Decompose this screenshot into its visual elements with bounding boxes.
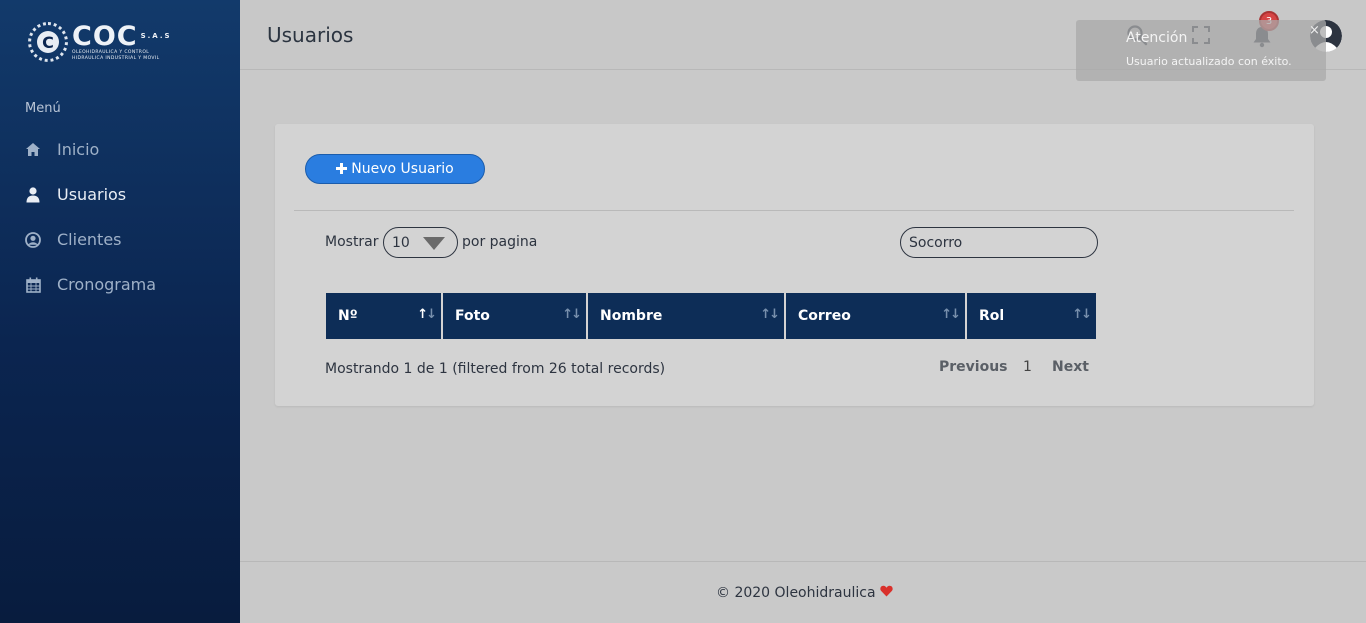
column-header-number[interactable]: Nº ↑↓ xyxy=(326,293,443,339)
column-header-label: Foto xyxy=(455,308,490,324)
new-user-button[interactable]: Nuevo Usuario xyxy=(305,154,485,184)
sidebar-item-label: Cronograma xyxy=(57,275,157,294)
sidebar-item-inicio[interactable]: Inicio xyxy=(25,140,99,159)
toast-message: Usuario actualizado con éxito. xyxy=(1126,55,1292,68)
column-header-nombre[interactable]: Nombre ↑↓ xyxy=(588,293,786,339)
company-logo[interactable]: C COC S.A.S OLEOHIDRAULICA Y CONTROL HIDR… xyxy=(28,14,178,70)
column-header-label: Nombre xyxy=(600,308,663,324)
pagination-next[interactable]: Next xyxy=(1052,359,1089,375)
column-header-label: Correo xyxy=(798,308,851,324)
divider xyxy=(294,210,1294,211)
pagination-previous[interactable]: Previous xyxy=(939,359,1008,375)
column-header-label: Nº xyxy=(338,308,358,324)
menu-header: Menú xyxy=(25,101,61,116)
plus-icon xyxy=(336,160,348,178)
sidebar-item-label: Clientes xyxy=(57,230,122,249)
footer: © 2020 Oleohidraulica xyxy=(240,561,1366,623)
sidebar-item-label: Inicio xyxy=(57,140,100,159)
users-card: Nuevo Usuario Mostrar 10 por pagina Nº ↑… xyxy=(275,124,1314,406)
sort-icon: ↑↓ xyxy=(941,307,961,322)
sidebar-item-label: Usuarios xyxy=(57,185,127,204)
chevron-down-icon xyxy=(423,237,445,250)
toast-title: Atención xyxy=(1126,30,1188,46)
logo-text: COC S.A.S OLEOHIDRAULICA Y CONTROL HIDRAU… xyxy=(72,23,172,62)
sidebar-item-clientes[interactable]: Clientes xyxy=(25,230,122,249)
new-user-label: Nuevo Usuario xyxy=(351,161,454,177)
table-info: Mostrando 1 de 1 (filtered from 26 total… xyxy=(325,361,666,377)
sidebar: C COC S.A.S OLEOHIDRAULICA Y CONTROL HIDR… xyxy=(0,0,240,623)
page-title: Usuarios xyxy=(267,23,354,47)
home-icon xyxy=(25,142,41,158)
page-length-value: 10 xyxy=(392,234,410,251)
footer-text: © 2020 Oleohidraulica xyxy=(716,585,893,601)
sidebar-item-usuarios[interactable]: Usuarios xyxy=(25,185,126,204)
column-header-label: Rol xyxy=(979,308,1005,324)
sort-icon: ↑↓ xyxy=(417,307,437,322)
toast-notification: Atención Usuario actualizado con éxito. … xyxy=(1076,20,1326,81)
close-icon[interactable]: × xyxy=(1309,23,1320,38)
column-header-correo[interactable]: Correo ↑↓ xyxy=(786,293,967,339)
calendar-icon xyxy=(25,277,41,293)
logo-suffix: S.A.S xyxy=(140,31,172,40)
column-header-rol[interactable]: Rol ↑↓ xyxy=(967,293,1096,339)
logo-name: COC xyxy=(72,20,138,52)
logo-mark: C xyxy=(28,22,68,62)
show-label: Mostrar xyxy=(325,234,379,250)
pagination-page-1[interactable]: 1 xyxy=(1023,359,1032,375)
user-icon xyxy=(25,186,41,203)
sidebar-item-cronograma[interactable]: Cronograma xyxy=(25,275,156,294)
search-input[interactable] xyxy=(900,227,1098,258)
column-header-foto[interactable]: Foto ↑↓ xyxy=(443,293,588,339)
heart-icon xyxy=(880,585,893,601)
user-circle-icon xyxy=(25,231,41,248)
logo-letter: C xyxy=(37,31,59,53)
per-page-label: por pagina xyxy=(462,234,538,250)
sort-icon: ↑↓ xyxy=(760,307,780,322)
page-length-select[interactable]: 10 xyxy=(383,227,458,258)
copyright-text: © 2020 Oleohidraulica xyxy=(716,585,876,601)
logo-tagline-2: HIDRAULICA INDUSTRIAL Y MOVIL xyxy=(72,55,160,61)
sort-icon: ↑↓ xyxy=(1072,307,1092,322)
users-table-header: Nº ↑↓ Foto ↑↓ Nombre ↑↓ Correo ↑↓ Rol ↑↓ xyxy=(326,293,1096,339)
sort-icon: ↑↓ xyxy=(562,307,582,322)
